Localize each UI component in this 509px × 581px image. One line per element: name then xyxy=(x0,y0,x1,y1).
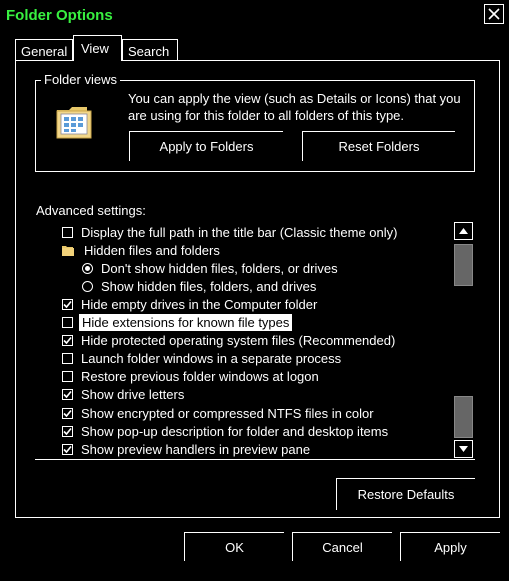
checkmark-icon xyxy=(63,445,72,453)
setting-checkbox[interactable] xyxy=(62,425,73,437)
checkmark-icon xyxy=(63,427,72,435)
scroll-down-arrow[interactable] xyxy=(454,440,473,458)
arrow-down-icon xyxy=(459,446,468,452)
checkmark-icon xyxy=(63,300,72,309)
setting-row[interactable]: Hide extensions for known file types xyxy=(62,314,293,332)
folder-views-icon xyxy=(56,107,92,139)
setting-row[interactable]: Show drive letters xyxy=(62,386,186,404)
tab-view[interactable]: View xyxy=(73,35,122,61)
setting-checkbox[interactable] xyxy=(62,335,73,347)
advanced-settings-scrollbar[interactable] xyxy=(453,222,474,458)
setting-label: Show hidden files, folders, and drives xyxy=(101,278,317,294)
setting-row[interactable]: Hide protected operating system files (R… xyxy=(62,332,397,350)
setting-row[interactable]: Hidden files and folders xyxy=(62,241,222,259)
setting-label: Show drive letters xyxy=(81,387,185,403)
arrow-up-icon xyxy=(459,228,468,234)
setting-label: Show preview handlers in preview pane xyxy=(81,441,311,457)
setting-checkbox[interactable] xyxy=(62,407,73,419)
setting-radio[interactable] xyxy=(82,280,93,292)
window-title: Folder Options xyxy=(6,7,113,24)
setting-label: Hide extensions for known file types xyxy=(79,314,293,331)
apply-button[interactable]: Apply xyxy=(400,532,500,561)
folder-icon xyxy=(62,245,74,256)
setting-label: Show pop-up description for folder and d… xyxy=(81,423,389,439)
setting-label: Hide empty drives in the Computer folder xyxy=(81,296,318,312)
setting-checkbox[interactable] xyxy=(62,371,73,383)
setting-label: Hide protected operating system files (R… xyxy=(81,333,396,349)
scroll-thumb-lower[interactable] xyxy=(454,396,473,438)
setting-row[interactable]: Show hidden files, folders, and drives xyxy=(82,277,318,295)
setting-checkbox[interactable] xyxy=(62,353,73,365)
tab-general[interactable]: General xyxy=(15,39,73,60)
radio-dot xyxy=(85,265,90,271)
setting-checkbox[interactable] xyxy=(62,226,73,238)
setting-row[interactable]: Launch folder windows in a separate proc… xyxy=(62,350,343,368)
close-button[interactable] xyxy=(484,4,504,24)
setting-row[interactable]: Hide empty drives in the Computer folder xyxy=(62,295,319,313)
setting-label: Display the full path in the title bar (… xyxy=(81,224,398,240)
advanced-settings-list[interactable]: Display the full path in the title bar (… xyxy=(35,221,475,460)
checkmark-icon xyxy=(63,337,72,345)
checkmark-icon xyxy=(63,391,72,399)
setting-checkbox[interactable] xyxy=(62,317,73,328)
setting-label: Show encrypted or compressed NTFS files … xyxy=(81,405,374,421)
advanced-settings-label: Advanced settings: xyxy=(36,203,146,218)
checkmark-icon xyxy=(63,409,72,417)
setting-label: Restore previous folder windows at logon xyxy=(81,369,319,385)
cancel-button[interactable]: Cancel xyxy=(292,532,392,561)
scroll-thumb[interactable] xyxy=(454,244,473,286)
setting-row[interactable]: Show encrypted or compressed NTFS files … xyxy=(62,404,376,422)
folder-views-description: You can apply the view (such as Details … xyxy=(128,91,461,123)
setting-checkbox[interactable] xyxy=(62,298,73,310)
reset-folders-button[interactable]: Reset Folders xyxy=(302,131,455,161)
setting-radio[interactable] xyxy=(82,262,93,274)
folder-views-label: Folder views xyxy=(41,72,120,87)
setting-checkbox[interactable] xyxy=(62,443,73,455)
setting-row[interactable]: Display the full path in the title bar (… xyxy=(62,223,399,241)
setting-row[interactable]: Restore previous folder windows at logon xyxy=(62,368,321,386)
setting-row[interactable]: Show preview handlers in preview pane xyxy=(62,440,312,458)
setting-label: Don't show hidden files, folders, or dri… xyxy=(101,260,338,276)
setting-label: Hidden files and folders xyxy=(84,242,220,258)
ok-button[interactable]: OK xyxy=(184,532,284,561)
apply-to-folders-button[interactable]: Apply to Folders xyxy=(129,131,283,161)
close-icon xyxy=(488,8,500,20)
restore-defaults-button[interactable]: Restore Defaults xyxy=(336,478,475,510)
tab-search[interactable]: Search xyxy=(122,39,178,60)
setting-checkbox[interactable] xyxy=(62,389,73,401)
setting-label: Launch folder windows in a separate proc… xyxy=(81,351,342,367)
setting-row[interactable]: Don't show hidden files, folders, or dri… xyxy=(82,259,340,277)
setting-row[interactable]: Show pop-up description for folder and d… xyxy=(62,422,390,440)
scroll-up-arrow[interactable] xyxy=(454,222,473,240)
